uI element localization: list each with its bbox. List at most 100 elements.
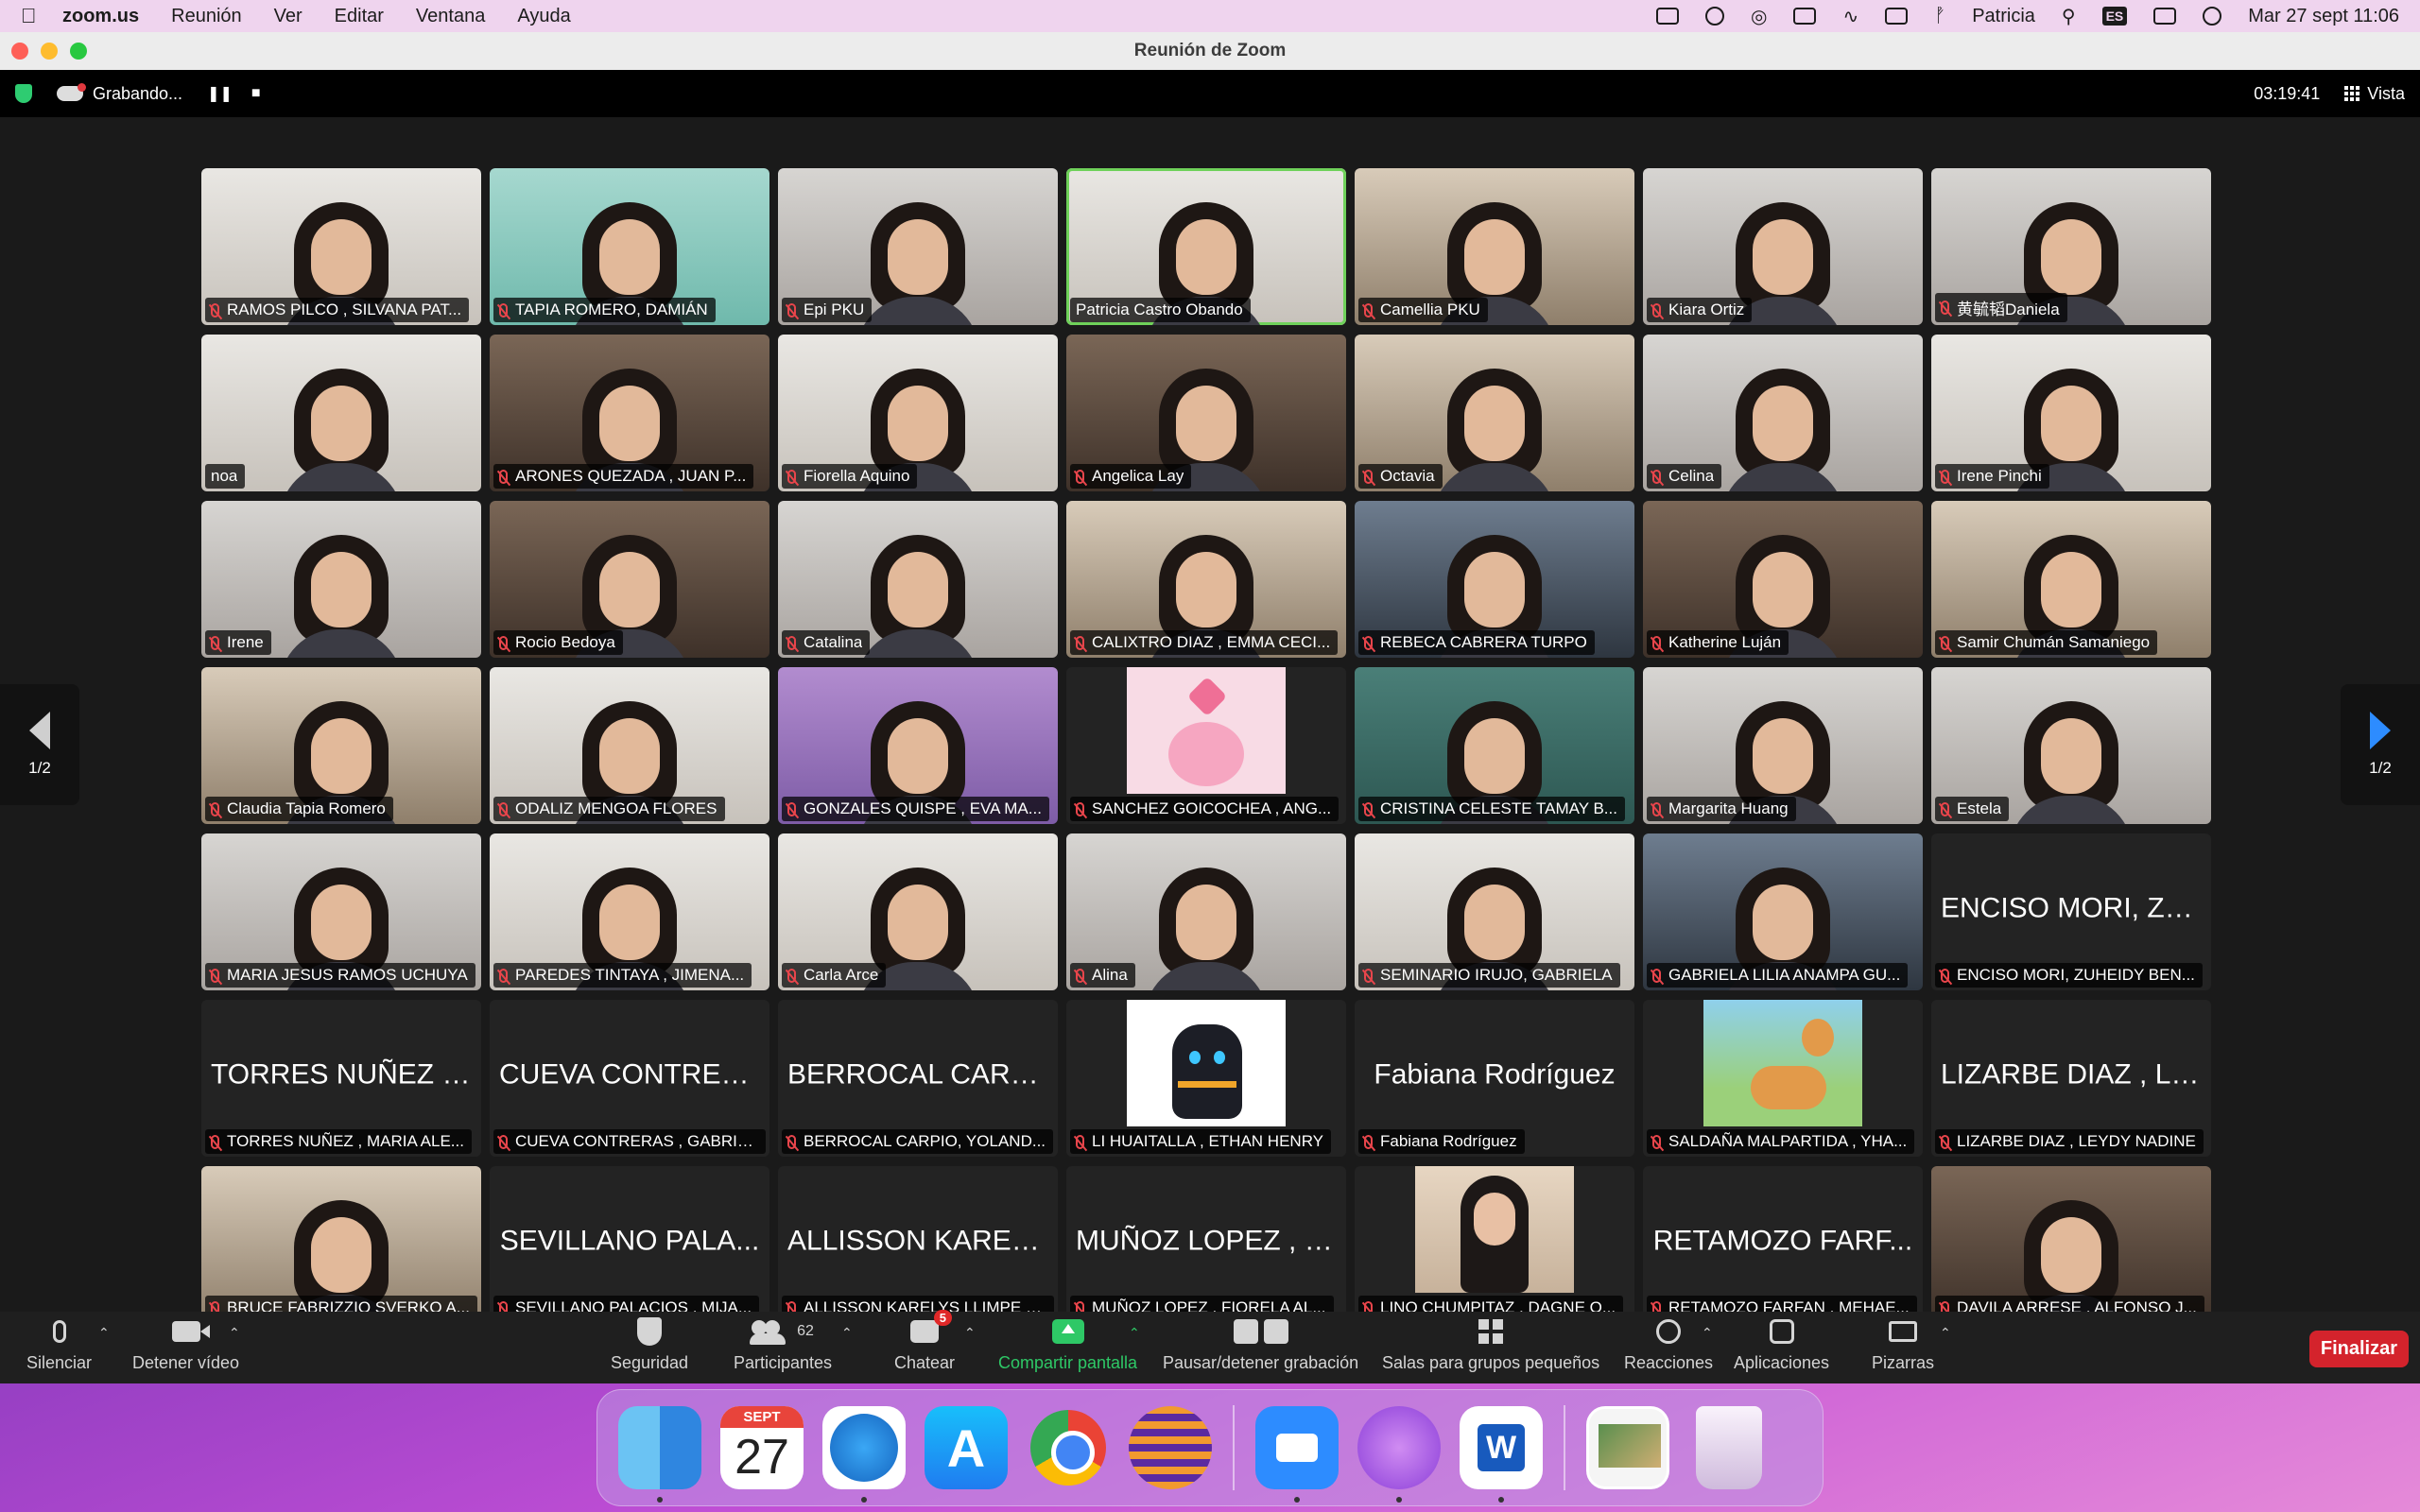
participant-tile[interactable]: Carla Arce <box>778 833 1058 990</box>
participants-button[interactable]: 62 Participantes <box>734 1317 832 1373</box>
apple-menu-icon[interactable]:  <box>21 4 49 28</box>
participant-tile[interactable]: SEMINARIO IRUJO, GABRIELA <box>1355 833 1634 990</box>
participant-tile[interactable]: Katherine Luján <box>1643 501 1923 658</box>
zoom-app-icon[interactable] <box>1255 1406 1339 1503</box>
participant-tile[interactable]: SANCHEZ GOICOCHEA , ANG... <box>1066 667 1346 824</box>
participant-tile[interactable]: 黄毓韬Daniela <box>1931 168 2211 325</box>
participant-tile[interactable]: REBECA CABRERA TURPO <box>1355 501 1634 658</box>
participant-tile[interactable]: Claudia Tapia Romero <box>201 667 481 824</box>
participant-tile[interactable]: ALLISSON KARELY... ALLISSON KARELYS LLIMP… <box>778 1166 1058 1323</box>
reactions-button[interactable]: Reacciones <box>1624 1317 1713 1373</box>
recording-controls-button[interactable]: Pausar/detener grabación <box>1163 1317 1358 1373</box>
menu-reunion[interactable]: Reunión <box>171 6 242 27</box>
zoom-status-icon[interactable] <box>1656 8 1679 25</box>
finder-app-icon[interactable] <box>618 1406 701 1503</box>
menu-ayuda[interactable]: Ayuda <box>517 6 570 27</box>
participant-tile[interactable]: CUEVA CONTRER... CUEVA CONTRERAS , GABRIE… <box>490 1000 769 1157</box>
calendar-app-icon[interactable]: SEPT 27 <box>720 1406 804 1489</box>
participant-tile[interactable]: Fabiana Rodríguez Fabiana Rodríguez <box>1355 1000 1634 1157</box>
participant-tile[interactable]: MUÑOZ LOPEZ , F... MUÑOZ LOPEZ , FIORELA … <box>1066 1166 1346 1323</box>
view-button[interactable]: Vista <box>2344 84 2405 104</box>
whiteboards-button[interactable]: Pizarras <box>1872 1317 1934 1373</box>
chat-options-caret[interactable]: ⌃ <box>964 1325 976 1341</box>
menubar-clock[interactable]: Mar 27 sept 11:06 <box>2248 6 2399 27</box>
participant-tile[interactable]: ODALIZ MENGOA FLORES <box>490 667 769 824</box>
end-meeting-button[interactable]: Finalizar <box>2308 1331 2409 1367</box>
participant-tile[interactable]: CRISTINA CELESTE TAMAY B... <box>1355 667 1634 824</box>
participant-tile[interactable]: BERROCAL CARPI... BERROCAL CARPIO, YOLAND… <box>778 1000 1058 1157</box>
participant-tile[interactable]: GABRIELA LILIA ANAMPA GU... <box>1643 833 1923 990</box>
participant-tile[interactable]: Estela <box>1931 667 2211 824</box>
whiteboards-options-caret[interactable]: ⌃ <box>1940 1325 1951 1341</box>
participant-tile[interactable]: Irene Pinchi <box>1931 335 2211 491</box>
close-window-button[interactable] <box>11 43 28 60</box>
participant-tile[interactable]: MARIA JESUS RAMOS UCHUYA <box>201 833 481 990</box>
participant-tile[interactable]: LINO CHUMPITAZ , DAGNE O... <box>1355 1166 1634 1323</box>
participant-tile[interactable]: SEVILLANO PALA... SEVILLANO PALACIOS , MI… <box>490 1166 769 1323</box>
minimize-window-button[interactable] <box>41 43 58 60</box>
participant-tile[interactable]: TAPIA ROMERO, DAMIÁN <box>490 168 769 325</box>
chrome-app-icon[interactable] <box>1027 1406 1110 1489</box>
participant-tile[interactable]: Alina <box>1066 833 1346 990</box>
spotlight-search-icon[interactable]: ⚲ <box>2062 5 2076 28</box>
share-screen-button[interactable]: Compartir pantalla <box>998 1317 1137 1373</box>
airdrop-icon[interactable]: ◎ <box>1751 5 1767 28</box>
chat-button[interactable]: 5 Chatear <box>894 1310 955 1373</box>
siri-icon[interactable] <box>2203 7 2222 26</box>
participant-tile[interactable]: Fiorella Aquino <box>778 335 1058 491</box>
participant-tile[interactable]: BRUCE FABRIZZIO SVERKO A... <box>201 1166 481 1323</box>
bluetooth-icon[interactable]: ᚡ <box>1934 6 1945 27</box>
participant-tile[interactable]: ENCISO MORI, ZU... ENCISO MORI, ZUHEIDY B… <box>1931 833 2211 990</box>
participant-tile[interactable]: Octavia <box>1355 335 1634 491</box>
apps-button[interactable]: Aplicaciones <box>1734 1317 1829 1373</box>
vpn-icon[interactable] <box>1705 7 1724 26</box>
participant-tile[interactable]: Samir Chumán Samaniego <box>1931 501 2211 658</box>
word-app-icon[interactable]: W <box>1460 1406 1543 1503</box>
participant-tile[interactable]: Camellia PKU <box>1355 168 1634 325</box>
fullscreen-window-button[interactable] <box>70 43 87 60</box>
next-page-button[interactable]: 1/2 <box>2341 684 2420 805</box>
participant-tile[interactable]: LI HUAITALLA , ETHAN HENRY <box>1066 1000 1346 1157</box>
share-options-caret[interactable]: ⌃ <box>1129 1325 1140 1341</box>
participants-options-caret[interactable]: ⌃ <box>841 1325 853 1341</box>
menu-app-name[interactable]: zoom.us <box>62 6 139 27</box>
participant-tile[interactable]: Angelica Lay <box>1066 335 1346 491</box>
wifi-icon[interactable]: ∿ <box>1842 5 1858 28</box>
stop-video-button[interactable]: Detener vídeo <box>132 1317 239 1373</box>
safari-app-icon[interactable] <box>822 1406 906 1503</box>
participant-tile[interactable]: Celina <box>1643 335 1923 491</box>
participant-tile[interactable]: Irene <box>201 501 481 658</box>
encryption-shield-icon[interactable] <box>15 84 32 103</box>
participant-tile[interactable]: Kiara Ortiz <box>1643 168 1923 325</box>
participant-tile[interactable]: Rocio Bedoya <box>490 501 769 658</box>
battery-icon[interactable] <box>1793 8 1817 25</box>
participant-tile[interactable]: Epi PKU <box>778 168 1058 325</box>
previous-page-button[interactable]: 1/2 <box>0 684 79 805</box>
podcast-app-icon[interactable] <box>1357 1406 1441 1503</box>
control-center-icon[interactable] <box>2153 8 2177 25</box>
participant-tile[interactable]: RAMOS PILCO , SILVANA PAT... <box>201 168 481 325</box>
video-options-caret[interactable]: ⌃ <box>229 1325 240 1341</box>
menu-ver[interactable]: Ver <box>274 6 302 27</box>
app-store-icon[interactable]: A <box>925 1406 1008 1489</box>
security-button[interactable]: Seguridad <box>611 1317 688 1373</box>
stop-recording-icon[interactable]: ■ <box>251 85 261 102</box>
participant-tile[interactable]: Catalina <box>778 501 1058 658</box>
pause-recording-icon[interactable]: ❚❚ <box>207 84 233 103</box>
participant-tile[interactable]: LIZARBE DIAZ , LE... LIZARBE DIAZ , LEYDY… <box>1931 1000 2211 1157</box>
input-language-badge[interactable]: ES <box>2101 7 2128 26</box>
participant-tile[interactable]: TORRES NUÑEZ ,... TORRES NUÑEZ , MARIA AL… <box>201 1000 481 1157</box>
display-icon[interactable] <box>1885 8 1909 25</box>
participant-tile[interactable]: Patricia Castro Obando <box>1066 168 1346 325</box>
participant-tile[interactable]: ARONES QUEZADA , JUAN P... <box>490 335 769 491</box>
menu-editar[interactable]: Editar <box>335 6 384 27</box>
menu-ventana[interactable]: Ventana <box>416 6 485 27</box>
trash-icon[interactable] <box>1696 1406 1762 1489</box>
mute-button[interactable]: Silenciar <box>26 1317 92 1373</box>
participant-tile[interactable]: DAVILA ARRESE , ALFONSO J... <box>1931 1166 2211 1323</box>
breakout-rooms-button[interactable]: Salas para grupos pequeños <box>1382 1317 1599 1373</box>
participant-tile[interactable]: noa <box>201 335 481 491</box>
participant-tile[interactable]: PAREDES TINTAYA , JIMENA... <box>490 833 769 990</box>
participant-tile[interactable]: RETAMOZO FARF... RETAMOZO FARFAN , MEHAE.… <box>1643 1166 1923 1323</box>
participant-tile[interactable]: Margarita Huang <box>1643 667 1923 824</box>
